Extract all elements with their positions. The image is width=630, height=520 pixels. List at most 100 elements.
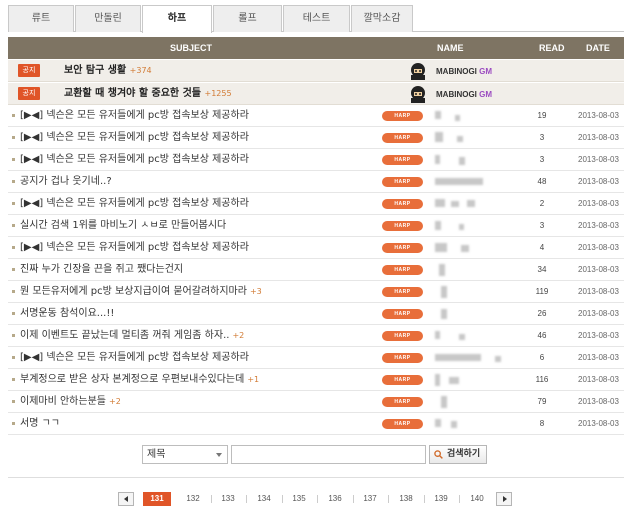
tab-rolf[interactable]: 롤프 — [213, 5, 282, 32]
gm-avatar-icon — [411, 63, 425, 80]
page-link[interactable]: 135 — [287, 492, 311, 506]
harp-badge: HARP — [382, 287, 423, 297]
table-row: 공지가 겁나 웃기네..? HARP 48 2013-08-03 — [8, 171, 624, 193]
bullet-icon — [12, 202, 15, 205]
page-link[interactable]: 133 — [216, 492, 240, 506]
post-title-link[interactable]: [▶◀] 넥슨은 모든 유저들에게 pc방 접속보상 제공하라 — [20, 127, 252, 148]
table-row: 뭔 모든유저에게 pc방 보상지급이여 묻어갈려하지마라 +3 HARP 119 … — [8, 281, 624, 303]
tab-mandolin[interactable]: 만돌린 — [75, 5, 141, 32]
table-row: 부계정으로 받은 상자 본계정으로 우편보내수있다는데 +1 HARP 116 2… — [8, 369, 624, 391]
post-date: 2013-08-03 — [578, 265, 619, 274]
post-title-link[interactable]: [▶◀] 넥슨은 모든 유저들에게 pc방 접속보상 제공하라 — [20, 347, 252, 368]
tab-harp[interactable]: 하프 — [142, 5, 212, 33]
board-tabs: 류트 만돌린 하프 롤프 테스트 깔막소감 — [8, 5, 624, 33]
arrow-left-icon — [124, 496, 128, 502]
post-title-link[interactable]: 공지가 겁나 웃기네..? — [20, 171, 115, 192]
tab-test[interactable]: 테스트 — [283, 5, 350, 32]
page-link[interactable]: 140 — [465, 492, 489, 506]
search-field-select[interactable]: 제목 — [142, 445, 228, 464]
search-button-label: 검색하기 — [447, 449, 481, 459]
author-name-redacted[interactable] — [435, 285, 455, 299]
harp-badge: HARP — [382, 375, 423, 385]
read-count: 48 — [537, 177, 547, 186]
author-name-redacted[interactable] — [435, 153, 477, 167]
author-name-redacted[interactable] — [435, 263, 455, 277]
page-link[interactable]: 139 — [429, 492, 453, 506]
post-title-link[interactable]: [▶◀] 넥슨은 모든 유저들에게 pc방 접속보상 제공하라 — [20, 193, 252, 214]
notice-title-link[interactable]: 교환할 때 챙겨야 할 중요한 것들 +1255 — [64, 83, 232, 105]
page-current: 131 — [143, 492, 171, 506]
read-count: 26 — [537, 309, 547, 318]
read-count: 3 — [539, 221, 545, 230]
search-icon — [434, 450, 443, 459]
author-name-redacted[interactable] — [435, 197, 480, 211]
read-count: 4 — [539, 243, 545, 252]
post-date: 2013-08-03 — [578, 331, 619, 340]
gm-author-name: MABINOGI GM — [436, 67, 493, 76]
notice-badge: 공지 — [18, 87, 40, 100]
gm-author-name: MABINOGI GM — [436, 90, 493, 99]
harp-badge: HARP — [382, 177, 423, 187]
post-title-link[interactable]: 부계정으로 받은 상자 본계정으로 우편보내수있다는데 +1 — [20, 369, 259, 390]
post-title-link[interactable]: 이제 이벤트도 끝났는데 멀티좀 꺼줘 게임좀 하자.. +2 — [20, 325, 244, 346]
tab-lute[interactable]: 류트 — [8, 5, 74, 32]
bullet-icon — [12, 158, 15, 161]
post-date: 2013-08-03 — [578, 133, 619, 142]
search-field-label: 제목 — [147, 449, 166, 460]
table-row: 서명운동 참석이요...!! HARP 26 2013-08-03 — [8, 303, 624, 325]
post-title-link[interactable]: 서명운동 참석이요...!! — [20, 303, 117, 324]
bullet-icon — [12, 400, 15, 403]
post-title-link[interactable]: 실시간 검색 1위를 마비노기 ㅅㅂ로 만들어봅시다 — [20, 215, 229, 236]
author-name-redacted[interactable] — [435, 417, 465, 431]
read-count: 8 — [539, 419, 545, 428]
post-date: 2013-08-03 — [578, 353, 619, 362]
author-name-redacted[interactable] — [435, 241, 480, 255]
header-read: READ — [539, 43, 565, 53]
table-row: [▶◀] 넥슨은 모든 유저들에게 pc방 접속보상 제공하라 HARP 3 2… — [8, 127, 624, 149]
bullet-icon — [12, 378, 15, 381]
author-name-redacted[interactable] — [435, 395, 455, 409]
page-link[interactable]: 138 — [394, 492, 418, 506]
author-name-redacted[interactable] — [435, 131, 475, 145]
page-link[interactable]: 134 — [252, 492, 276, 506]
read-count: 79 — [537, 397, 547, 406]
page-link[interactable]: 136 — [323, 492, 347, 506]
post-title-link[interactable]: [▶◀] 넥슨은 모든 유저들에게 pc방 접속보상 제공하라 — [20, 237, 252, 258]
prev-page-button[interactable] — [118, 492, 134, 506]
post-title-link[interactable]: 이제마비 안하는분들 +2 — [20, 391, 121, 412]
notice-comment-count: +374 — [129, 66, 152, 75]
post-title-link[interactable]: 서명 ㄱㄱ — [20, 413, 63, 434]
harp-badge: HARP — [382, 111, 423, 121]
table-row: [▶◀] 넥슨은 모든 유저들에게 pc방 접속보상 제공하라 HARP 2 2… — [8, 193, 624, 215]
author-name-redacted[interactable] — [435, 175, 485, 189]
page-link[interactable]: 132 — [181, 492, 205, 506]
author-name-redacted[interactable] — [435, 307, 455, 321]
post-date: 2013-08-03 — [578, 375, 619, 384]
page-link[interactable]: 137 — [358, 492, 382, 506]
author-name-redacted[interactable] — [435, 373, 475, 387]
bullet-icon — [12, 268, 15, 271]
author-name-redacted[interactable] — [435, 219, 475, 233]
tab-impressions[interactable]: 깔막소감 — [351, 5, 413, 32]
post-title-link[interactable]: [▶◀] 넥슨은 모든 유저들에게 pc방 접속보상 제공하라 — [20, 149, 252, 170]
page-separator — [282, 495, 283, 503]
author-name-redacted[interactable] — [435, 351, 507, 365]
search-button[interactable]: 검색하기 — [429, 445, 487, 464]
author-name-redacted[interactable] — [435, 329, 477, 343]
bullet-icon — [12, 290, 15, 293]
read-count: 119 — [535, 287, 549, 296]
post-title-link[interactable]: 뭔 모든유저에게 pc방 보상지급이여 묻어갈려하지마라 +3 — [20, 281, 262, 302]
post-date: 2013-08-03 — [578, 419, 619, 428]
table-header: SUBJECT NAME READ DATE — [8, 37, 624, 59]
harp-badge: HARP — [382, 331, 423, 341]
post-date: 2013-08-03 — [578, 155, 619, 164]
notice-title-link[interactable]: 보안 탐구 생활 +374 — [64, 60, 152, 82]
post-title-link[interactable]: 진짜 누가 긴장을 끈을 쥐고 쨌다는건지 — [20, 259, 186, 280]
author-name-redacted[interactable] — [435, 109, 475, 123]
post-date: 2013-08-03 — [578, 287, 619, 296]
table-row: [▶◀] 넥슨은 모든 유저들에게 pc방 접속보상 제공하라 HARP 6 2… — [8, 347, 624, 369]
table-row: 진짜 누가 긴장을 끈을 쥐고 쨌다는건지 HARP 34 2013-08-03 — [8, 259, 624, 281]
post-title-link[interactable]: [▶◀] 넥슨은 모든 유저들에게 pc방 접속보상 제공하라 — [20, 105, 252, 126]
search-input[interactable] — [231, 445, 426, 464]
next-page-button[interactable] — [496, 492, 512, 506]
